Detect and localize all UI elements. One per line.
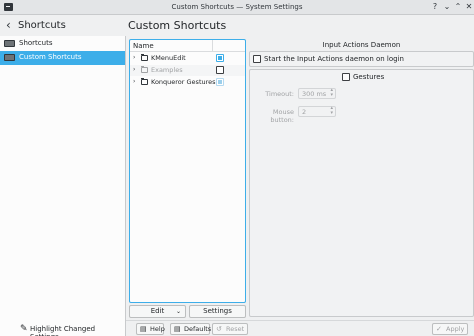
apply-button-label: Apply: [446, 325, 465, 333]
shortcut-tree[interactable]: Name › KMenuEdit › Examples › Konqueror …: [129, 39, 246, 303]
window-title: Custom Shortcuts — System Settings: [171, 3, 303, 11]
timeout-value: 300 ms: [302, 90, 327, 98]
edit-button-label: Edit: [150, 307, 165, 315]
tree-row-checkbox[interactable]: [216, 66, 224, 74]
sidebar: Shortcuts Custom Shortcuts: [0, 36, 126, 336]
chevron-down-icon: ⌄: [175, 308, 181, 315]
reset-icon: ↺: [216, 325, 222, 333]
settings-button-label: Settings: [203, 307, 232, 315]
tree-row-checkbox[interactable]: [216, 54, 224, 62]
spin-arrows-icon[interactable]: ▴ ▾: [330, 106, 333, 116]
page-header: Custom Shortcuts: [128, 16, 474, 36]
settings-panel: Input Actions Daemon Start the Input Act…: [249, 39, 474, 317]
expand-arrow-icon[interactable]: ›: [133, 54, 135, 61]
mouse-button-value: 2: [302, 108, 307, 116]
settings-button[interactable]: Settings: [189, 305, 246, 318]
help-button[interactable]: ▤ Help: [136, 323, 165, 335]
help-button-label: Help: [150, 325, 165, 333]
daemon-group-title: Input Actions Daemon: [322, 41, 401, 49]
timeout-spinbox[interactable]: 300 ms ▴ ▾: [298, 88, 336, 99]
tree-row-label: Examples: [151, 66, 183, 74]
defaults-button[interactable]: ▤ Defaults: [170, 323, 212, 335]
sidebar-item-label: Custom Shortcuts: [19, 53, 82, 61]
tree-row-konqueror-gestures[interactable]: › Konqueror Gestures: [130, 77, 245, 88]
tree-header[interactable]: Name: [130, 40, 245, 52]
footer-bar: ▤ Help ▤ Defaults ↺ Reset ✓ Apply: [126, 320, 474, 336]
defaults-icon: ▤: [174, 325, 181, 333]
sidebar-item-custom-shortcuts[interactable]: Custom Shortcuts: [0, 51, 125, 65]
gestures-group: Gestures Timeout: 300 ms ▴ ▾ Mouse button…: [249, 69, 474, 317]
folder-icon: [141, 78, 148, 85]
tree-row-checkbox[interactable]: [216, 78, 224, 86]
sidebar-item-shortcuts[interactable]: Shortcuts: [0, 37, 125, 51]
highlight-changed-settings-button[interactable]: ✎ Highlight Changed Settings: [0, 322, 125, 336]
back-arrow-icon[interactable]: ‹: [6, 18, 11, 32]
daemon-group: Start the Input Actions daemon on login: [249, 51, 474, 67]
highlight-icon: ✎: [20, 324, 28, 334]
gestures-label[interactable]: Gestures: [353, 73, 384, 81]
apply-check-icon: ✓: [436, 325, 442, 333]
tree-row-label: KMenuEdit: [151, 54, 186, 62]
gestures-checkbox[interactable]: [342, 73, 350, 81]
help-icon[interactable]: ?: [430, 2, 440, 12]
sidebar-title: Shortcuts: [18, 20, 66, 31]
mouse-button-label: Mouse button:: [270, 108, 294, 124]
sidebar-header: ‹ Shortcuts: [0, 16, 126, 36]
defaults-button-label: Defaults: [184, 325, 212, 333]
reset-button-label: Reset: [226, 325, 245, 333]
help-book-icon: ▤: [140, 325, 147, 333]
expand-arrow-icon[interactable]: ›: [133, 78, 135, 85]
folder-icon: [141, 66, 148, 73]
name-column-header[interactable]: Name: [133, 42, 154, 50]
timeout-label: Timeout:: [265, 90, 294, 98]
folder-icon: [141, 54, 148, 61]
mouse-button-spinbox[interactable]: 2 ▴ ▾: [298, 106, 336, 117]
maximize-icon[interactable]: ⌃: [453, 2, 463, 12]
reset-button[interactable]: ↺ Reset: [212, 323, 248, 335]
start-on-login-checkbox[interactable]: [253, 55, 261, 63]
window-titlebar: Custom Shortcuts — System Settings ? ⌄ ⌃…: [0, 0, 474, 15]
edit-button[interactable]: Edit ⌄: [129, 305, 186, 318]
apply-button[interactable]: ✓ Apply: [432, 323, 468, 335]
tree-row-kmenuedit[interactable]: › KMenuEdit: [130, 53, 245, 64]
close-icon[interactable]: ✕: [464, 2, 474, 12]
highlight-changed-settings-label: Highlight Changed Settings: [30, 325, 96, 336]
spin-arrows-icon[interactable]: ▴ ▾: [330, 88, 333, 98]
keyboard-icon: [4, 54, 15, 61]
page-title: Custom Shortcuts: [128, 19, 227, 32]
tree-row-label: Konqueror Gestures: [151, 78, 216, 86]
expand-arrow-icon[interactable]: ›: [133, 66, 135, 73]
start-on-login-label[interactable]: Start the Input Actions daemon on login: [264, 55, 404, 63]
minimize-icon[interactable]: ⌄: [442, 2, 452, 12]
column-divider: [212, 40, 213, 52]
tree-row-examples[interactable]: › Examples: [130, 65, 245, 76]
sidebar-item-label: Shortcuts: [19, 39, 53, 47]
keyboard-icon: [4, 40, 15, 47]
